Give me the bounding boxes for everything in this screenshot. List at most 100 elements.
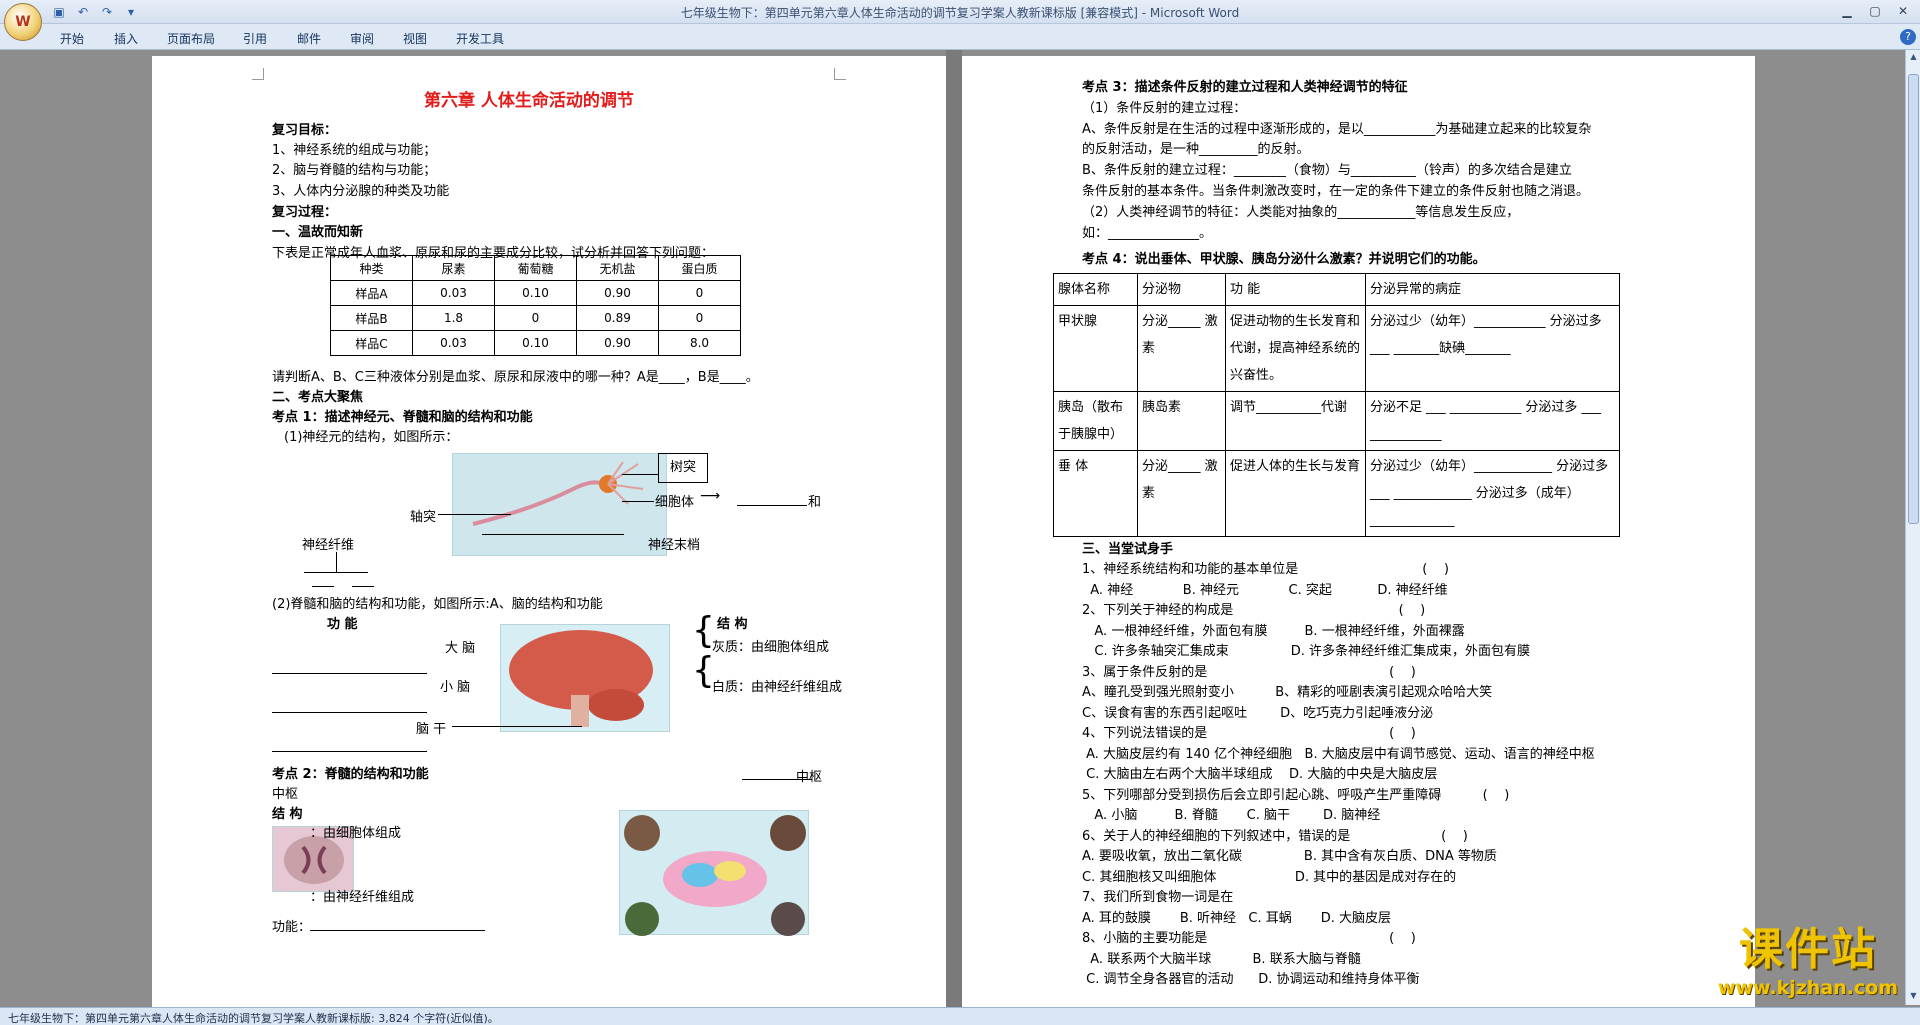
kp3-sub: （1）条件反射的建立过程： <box>1082 101 1247 116</box>
table-cell: 分泌_____ 激素 <box>1137 450 1226 537</box>
table-cell: 促进人体的生长与发育 <box>1225 450 1366 537</box>
page-separator <box>946 50 962 1008</box>
comparison-table: 种类 尿素 葡萄糖 无机盐 蛋白质 样品A 0.03 0.10 0.90 0 样… <box>330 255 741 356</box>
tab-insert[interactable]: 插入 <box>114 30 138 47</box>
process-heading: 复习过程： <box>272 205 338 220</box>
tab-references[interactable]: 引用 <box>243 30 267 47</box>
table-header: 种类 <box>330 255 413 281</box>
gray-matter-label: 灰质：由细胞体组成 <box>712 640 830 655</box>
document-page-2[interactable]: 考点 3：描述条件反射的建立过程和人类神经调节的特征 （1）条件反射的建立过程：… <box>962 56 1755 1008</box>
tab-review[interactable]: 审阅 <box>350 30 374 47</box>
vertical-scrollbar[interactable]: ▲ ▼ <box>1905 50 1920 1005</box>
neuron-image <box>452 453 667 556</box>
key-point-sub: (1)神经元的结构，如图所示： <box>284 430 459 445</box>
quiz-line: A、瞳孔受到强光照射变小 B、精彩的哑剧表演引起观众哈哈大笑 <box>1082 685 1493 700</box>
table-row: 样品B 1.8 0 0.89 0 <box>330 305 741 331</box>
table-cell: 调节__________代谢 <box>1225 391 1366 451</box>
crop-mark <box>252 68 264 80</box>
table-cell: 分泌_____ 激素 <box>1137 305 1226 392</box>
quiz-line: C. 许多条轴突汇集成束 D. 许多条神经纤维汇集成束，外面包有膜 <box>1082 644 1530 659</box>
table-cell: 0.10 <box>494 280 577 306</box>
blank-line <box>312 586 334 587</box>
table-row: 垂 体 分泌_____ 激素 促进人体的生长与发育 分泌过少（幼年）______… <box>1053 450 1620 537</box>
table-cell: 0.03 <box>412 330 495 356</box>
kp3-line: A、条件反射是在生活的过程中逐渐形成的，是以___________为基础建立起来… <box>1082 122 1592 137</box>
fiber-label: 神经纤维 <box>302 538 355 553</box>
bracket-line <box>336 552 337 572</box>
scroll-up-icon[interactable]: ▲ <box>1908 52 1919 64</box>
quiz-line: C. 大脑由左右两个大脑半球组成 D. 大脑的中央是大脑皮层 <box>1082 767 1438 782</box>
table-cell: 0 <box>658 280 741 306</box>
blank-line <box>272 751 427 752</box>
kp3-line: 如：______________。 <box>1082 226 1213 241</box>
table-header: 葡萄糖 <box>494 255 577 281</box>
brain-drawing <box>509 630 653 727</box>
pointer-line <box>452 726 582 727</box>
kp3-line: （2）人类神经调节的特征：人类能对抽象的____________等信息发生反应， <box>1082 205 1520 220</box>
arrow-icon: ⟶ <box>700 488 721 504</box>
key-point-sub: (2)脊髓和脑的结构和功能，如图所示:A、脑的结构和功能 <box>272 597 603 612</box>
table-header: 腺体名称 <box>1053 273 1138 306</box>
quiz-line: 7、我们所到食物一词是在 <box>1082 890 1234 905</box>
table-cell: 样品C <box>330 330 413 356</box>
scroll-thumb[interactable] <box>1908 74 1919 524</box>
center-label: 中枢 <box>796 770 823 785</box>
bracket-line <box>304 572 368 573</box>
quiz-line: A. 一根神经纤维，外面包有膜 B. 一根神经纤维，外面裸露 <box>1082 623 1465 639</box>
nerve-ending-label: 神经末梢 <box>648 538 701 553</box>
table-cell: 分泌过少（幼年）___________ 分泌过多 ___ _______缺碘__… <box>1365 305 1620 392</box>
table-row: 样品C 0.03 0.10 0.90 8.0 <box>330 330 741 356</box>
blank-line <box>310 930 485 931</box>
white-matter-label: 白质：由神经纤维组成 <box>712 680 843 695</box>
table-cell: 0.89 <box>576 305 659 331</box>
brain-image <box>500 624 670 732</box>
quiz-line: A. 联系两个大脑半球 B. 联系大脑与脊髓 <box>1082 951 1361 967</box>
office-button[interactable]: W <box>4 3 42 41</box>
table-cell: 0.90 <box>576 280 659 306</box>
table-cell: 垂 体 <box>1053 450 1138 537</box>
function-label: 功能： <box>272 920 312 935</box>
blank-line <box>272 673 427 674</box>
tab-mailings[interactable]: 邮件 <box>297 30 321 47</box>
ribbon-tabs: 开始 插入 页面布局 引用 邮件 审阅 视图 开发工具 ? <box>0 24 1920 50</box>
window-title: 七年级生物下：第四单元第六章人体生命活动的调节复习学案人教新课标版 [兼容模式]… <box>680 6 1240 20</box>
blank-line <box>272 712 427 713</box>
cerebellum-label: 小 脑 <box>440 680 471 695</box>
watermark-url: www.kjzhan.com <box>1717 977 1898 999</box>
quiz-line: 6、关于人的神经细胞的下列叙述中，错误的是 ( ) <box>1082 828 1468 844</box>
help-icon[interactable]: ? <box>1900 29 1916 45</box>
chapter-title: 第六章 人体生命活动的调节 <box>424 91 634 111</box>
window-controls: ▁ ▢ ✕ <box>1836 3 1914 19</box>
close-icon[interactable]: ✕ <box>1892 3 1914 19</box>
scroll-down-icon[interactable]: ▼ <box>1908 991 1919 1003</box>
office-logo-icon: W <box>15 14 31 30</box>
goal-item: 2、脑与脊髓的结构与功能； <box>272 163 437 178</box>
tab-developer[interactable]: 开发工具 <box>456 30 504 47</box>
brain-centers-drawing <box>624 815 806 936</box>
cerebrum-label: 大 脑 <box>445 641 476 656</box>
quiz-line: C. 其细胞核又叫细胞体 D. 其中的基因是成对存在的 <box>1082 869 1457 885</box>
table-cell: 样品B <box>330 305 413 331</box>
site-watermark: 课件站 www.kjzhan.com <box>1718 913 1898 999</box>
table-header: 分泌物 <box>1137 273 1226 306</box>
key-point-1: 考点 1：描述神经元、脊髓和脑的结构和功能 <box>272 410 533 425</box>
table-cell: 甲状腺 <box>1053 305 1138 392</box>
spinal-white-label: ：由神经纤维组成 <box>310 890 415 905</box>
quiz-line: 4、下列说法错误的是 ( ) <box>1082 726 1416 741</box>
quiz-line: 1、神经系统结构和功能的基本单位是 ( ) <box>1082 562 1449 577</box>
table-cell: 促进动物的生长发育和代谢，提高神经系统的兴奋性。 <box>1225 305 1366 392</box>
tab-home[interactable]: 开始 <box>60 30 84 47</box>
table-cell: 0.10 <box>494 330 577 356</box>
document-page-1[interactable]: 第六章 人体生命活动的调节 复习目标： 1、神经系统的组成与功能； 2、脑与脊髓… <box>152 56 946 1008</box>
tab-view[interactable]: 视图 <box>403 30 427 47</box>
key-point-3: 考点 3：描述条件反射的建立过程和人类神经调节的特征 <box>1082 80 1408 95</box>
center-label: 中枢 <box>272 787 299 802</box>
table-header: 蛋白质 <box>658 255 741 281</box>
minimize-icon[interactable]: ▁ <box>1836 3 1858 19</box>
tab-page-layout[interactable]: 页面布局 <box>167 30 215 47</box>
neuron-drawing <box>472 461 644 526</box>
kp3-line: 的反射活动，是一种_________的反射。 <box>1082 142 1310 157</box>
maximize-icon[interactable]: ▢ <box>1864 3 1886 19</box>
kp3-line: 条件反射的基本条件。当条件刺激改变时，在一定的条件下建立的条件反射也随之消退。 <box>1082 184 1590 199</box>
table-cell: 0.03 <box>412 280 495 306</box>
